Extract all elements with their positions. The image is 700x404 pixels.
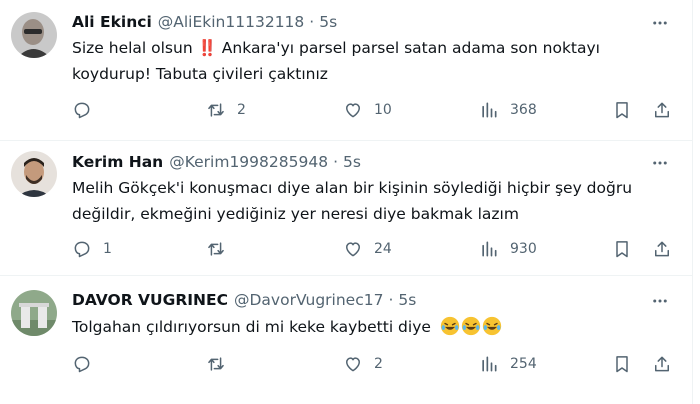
reply-button[interactable] (72, 98, 103, 122)
laughing-emoji-icon (482, 316, 502, 336)
column-border (692, 0, 693, 404)
tweet-3[interactable]: DAVOR VUGRINEC @DavorVugrinec17 · 5s Tol… (0, 276, 692, 404)
tweet-actions: 1 24 930 (72, 237, 682, 261)
tweet-actions: 2 254 (72, 352, 682, 376)
tweet-header: Ali Ekinci @AliEkin11132118 · 5s (72, 11, 337, 33)
views-count: 368 (510, 102, 537, 118)
like-button[interactable]: 2 (343, 352, 383, 376)
timestamp[interactable]: 5s (343, 153, 361, 171)
timestamp[interactable]: 5s (319, 13, 337, 31)
like-button[interactable]: 24 (343, 237, 392, 261)
like-button[interactable]: 10 (343, 98, 392, 122)
author-name[interactable]: Ali Ekinci (72, 13, 152, 31)
tweet-actions: 2 10 368 (72, 98, 682, 122)
reply-icon (74, 241, 90, 258)
separator-dot: · (388, 291, 394, 309)
reply-count: 1 (103, 241, 112, 257)
tweet-text: Melih Gökçek'i konuşmacı diye alan bir k… (72, 179, 633, 223)
laughing-emoji-icon (461, 316, 481, 336)
share-icon (655, 356, 669, 372)
emoji-group (440, 316, 503, 336)
avatar-ali-ekinci[interactable] (11, 12, 57, 58)
retweet-button[interactable] (206, 352, 237, 376)
views-count: 254 (510, 356, 537, 372)
timestamp[interactable]: 5s (398, 291, 416, 309)
author-name[interactable]: Kerim Han (72, 153, 163, 171)
share-button[interactable] (652, 352, 672, 376)
separator-dot: · (309, 13, 315, 31)
tweet-2[interactable]: Kerim Han @Kerim1998285948 · 5s Melih Gö… (0, 141, 692, 276)
share-icon (655, 241, 669, 257)
author-handle[interactable]: @Kerim1998285948 (169, 153, 328, 171)
share-icon (655, 102, 669, 118)
bookmark-button[interactable] (612, 352, 632, 376)
reply-icon (74, 356, 90, 373)
author-name[interactable]: DAVOR VUGRINEC (72, 291, 228, 309)
author-handle[interactable]: @DavorVugrinec17 (234, 291, 383, 309)
separator-dot: · (333, 153, 338, 171)
avatar-kerim-han[interactable] (11, 151, 57, 197)
views-icon (482, 241, 497, 257)
views-button[interactable]: 368 (479, 98, 537, 122)
bookmark-button[interactable] (612, 237, 632, 261)
bookmark-icon (616, 356, 628, 373)
tweet-1[interactable]: Ali Ekinci @AliEkin11132118 · 5s Size he… (0, 0, 692, 141)
reply-button[interactable]: 1 (72, 237, 112, 261)
more-icon (653, 161, 667, 165)
retweet-icon (208, 242, 224, 256)
tweet-text: Tolgahan çıldırıyorsun di mi keke kaybet… (72, 318, 431, 336)
retweet-button[interactable]: 2 (206, 98, 246, 122)
like-icon (346, 357, 360, 372)
views-button[interactable]: 254 (479, 352, 537, 376)
like-count: 2 (374, 356, 383, 372)
bookmark-icon (616, 102, 628, 119)
retweet-icon (208, 357, 224, 371)
tweet-text: Size helal olsun ‼️ Ankara'yı parsel par… (72, 39, 600, 83)
views-icon (482, 102, 497, 118)
share-button[interactable] (652, 237, 672, 261)
like-icon (346, 103, 360, 118)
views-count: 930 (510, 241, 537, 257)
tweet-body: Tolgahan çıldırıyorsun di mi keke kaybet… (72, 314, 682, 340)
bookmark-button[interactable] (612, 98, 632, 122)
more-icon (653, 299, 667, 303)
retweet-button[interactable] (206, 237, 237, 261)
retweet-icon (208, 103, 224, 117)
reply-icon (74, 102, 90, 119)
more-options-button[interactable] (648, 289, 672, 313)
like-icon (346, 242, 360, 257)
views-button[interactable]: 930 (479, 237, 537, 261)
avatar-davor-vugrinec[interactable] (11, 290, 57, 336)
retweet-count: 2 (237, 102, 246, 118)
more-options-button[interactable] (648, 11, 672, 35)
views-icon (482, 356, 497, 372)
like-count: 24 (374, 241, 392, 257)
tweet-header: Kerim Han @Kerim1998285948 · 5s (72, 151, 361, 173)
tweet-header: DAVOR VUGRINEC @DavorVugrinec17 · 5s (72, 289, 416, 311)
author-handle[interactable]: @AliEkin11132118 (158, 13, 305, 31)
like-count: 10 (374, 102, 392, 118)
bookmark-icon (616, 241, 628, 258)
more-options-button[interactable] (648, 151, 672, 175)
laughing-emoji-icon (440, 316, 460, 336)
more-icon (653, 21, 667, 25)
share-button[interactable] (652, 98, 672, 122)
reply-button[interactable] (72, 352, 103, 376)
